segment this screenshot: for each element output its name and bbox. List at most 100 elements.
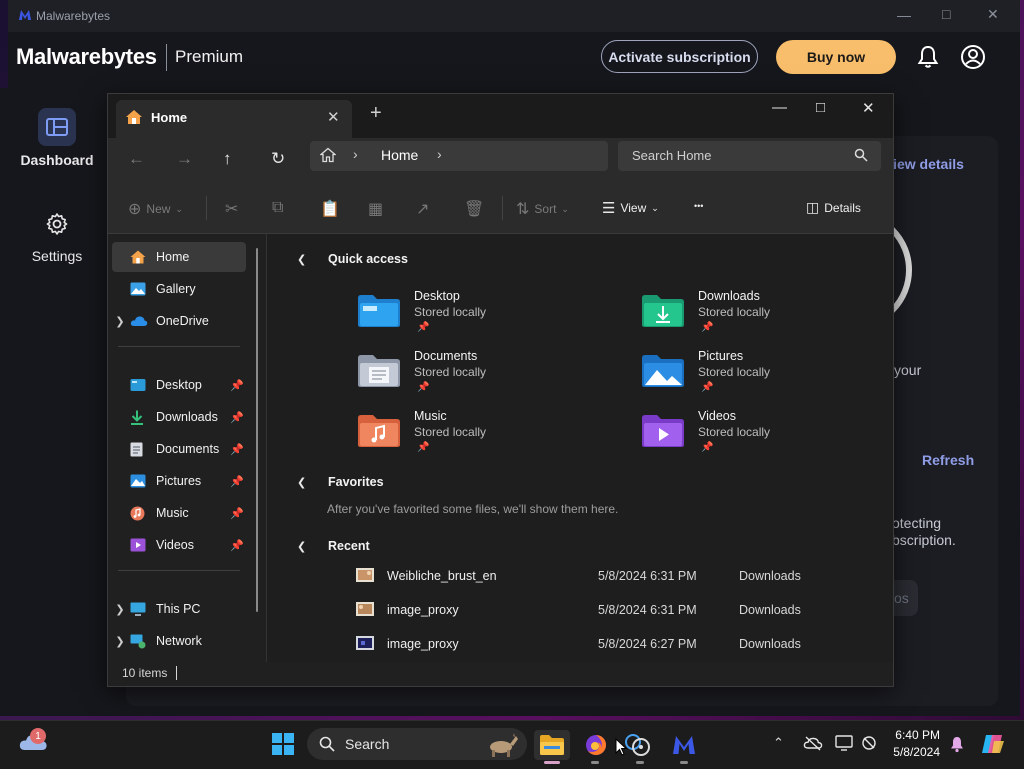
display-icon[interactable] [835,734,853,752]
nav-pane-scrollbar[interactable] [256,248,258,612]
taskbar-clock-time[interactable]: 6:40 PM [880,728,940,742]
taskbar-search-input[interactable]: Search [307,728,527,760]
up-arrow-icon[interactable]: ↑ [223,149,232,169]
notification-badge: 1 [30,728,46,744]
taskbar-firefox-icon[interactable] [578,730,614,760]
close-icon[interactable]: ✕ [862,99,875,117]
tab-home[interactable]: Home ✕ [116,100,352,138]
pin-icon[interactable]: 📌 [230,443,244,456]
explorer-tab-bar: Home ✕ + — □ ✕ [108,94,893,138]
view-details-link[interactable]: View details [884,156,964,172]
favorites-header[interactable]: ❮ Favorites [297,475,384,489]
cloud-sync-off-icon[interactable] [803,735,823,751]
divider [118,346,240,347]
share-icon[interactable]: ↗ [416,199,429,219]
network-off-icon[interactable] [860,735,878,751]
nav-item-pictures[interactable]: Pictures 📌 [112,466,246,496]
nav-item-home[interactable]: Home [112,242,246,272]
nav-item-network[interactable]: ❯ Network [112,626,246,656]
mb-brand: Malwarebytes [16,44,157,69]
close-tab-icon[interactable]: ✕ [327,108,340,126]
quick-access-pictures[interactable]: Pictures Stored locally 📌 [641,348,891,404]
new-tab-icon[interactable]: + [370,102,382,125]
quick-access-header[interactable]: ❮ Quick access [297,252,408,266]
recent-header[interactable]: ❮ Recent [297,539,370,553]
copilot-icon[interactable] [980,731,1006,757]
details-button[interactable]: ◫ Details [806,199,861,216]
more-options-icon[interactable]: ••• [694,201,703,211]
download-icon [130,410,150,425]
chevron-down-icon: ❮ [297,540,307,553]
pin-icon[interactable]: 📌 [230,411,244,424]
quick-access-documents[interactable]: Documents Stored locally 📌 [357,348,607,404]
chevron-right-icon[interactable]: › [437,146,442,162]
explorer-content: ❮ Quick access Desktop Stored locally 📌 … [267,234,893,662]
recent-row[interactable]: Weibliche_brust_en 5/8/2024 6:31 PM Down… [355,564,875,594]
nav-item-downloads[interactable]: Downloads 📌 [112,402,246,432]
copy-icon[interactable]: ⧉ [272,199,283,217]
taskbar-malwarebytes-icon[interactable] [666,730,702,760]
windows-start-icon[interactable] [271,732,295,756]
quick-access-music[interactable]: Music Stored locally 📌 [357,408,607,464]
mb-edition: Premium [175,47,244,66]
address-field[interactable]: › Home › [310,141,608,171]
cut-icon[interactable]: ✂ [225,199,238,219]
back-arrow-icon[interactable]: ← [128,149,145,169]
gallery-icon [130,282,150,296]
new-button[interactable]: ⊕ New ⌄ [128,199,183,219]
paste-icon[interactable]: 📋 [320,199,340,219]
activate-subscription-button[interactable]: Activate subscription [601,40,758,73]
quick-access-videos[interactable]: Videos Stored locally 📌 [641,408,891,464]
minimize-icon[interactable]: — [897,7,911,23]
active-app-indicator [544,761,560,764]
chevron-down-icon: ⌄ [651,202,659,213]
notification-bell-icon[interactable] [949,735,965,753]
sort-icon: ⇅ [516,201,530,218]
quick-access-desktop[interactable]: Desktop Stored locally 📌 [357,288,607,344]
rename-icon[interactable]: ▦ [368,199,383,219]
recent-row[interactable]: image_proxy 5/8/2024 6:31 PM Downloads [355,598,875,628]
recent-row[interactable]: image_proxy 5/8/2024 6:27 PM Downloads [355,632,875,662]
view-button[interactable]: ☰ View ⌄ [602,199,659,217]
delete-icon[interactable]: 🗑 [464,199,484,219]
sidebar-item-settings[interactable]: Settings [0,248,114,264]
chevron-right-icon[interactable]: ❯ [112,315,128,328]
maximize-icon[interactable]: □ [816,99,825,116]
breadcrumb-home[interactable]: Home [381,147,418,163]
nav-item-videos[interactable]: Videos 📌 [112,530,246,560]
search-input[interactable]: Search Home [618,141,881,171]
quick-access-downloads[interactable]: Downloads Stored locally 📌 [641,288,891,344]
pin-icon[interactable]: 📌 [230,539,244,552]
pin-icon[interactable]: 📌 [230,507,244,520]
nav-item-documents[interactable]: Documents 📌 [112,434,246,464]
refresh-icon[interactable]: ↻ [271,149,285,169]
nav-item-music[interactable]: Music 📌 [112,498,246,528]
nav-item-gallery[interactable]: Gallery [112,274,246,304]
sidebar-item-dashboard[interactable]: Dashboard [0,152,114,168]
gear-icon[interactable] [45,212,69,236]
malwarebytes-logo-icon [18,9,32,21]
pin-icon[interactable]: 📌 [230,379,244,392]
taskbar-clock-date[interactable]: 5/8/2024 [880,745,940,759]
sort-button[interactable]: ⇅ Sort ⌄ [516,199,569,219]
nav-item-desktop[interactable]: Desktop 📌 [112,370,246,400]
chevron-right-icon[interactable]: ❯ [112,635,128,648]
chevron-up-icon[interactable]: ⌃ [773,735,784,751]
nav-item-onedrive[interactable]: ❯ OneDrive [112,306,246,336]
buy-now-button[interactable]: Buy now [776,40,896,74]
search-icon [319,736,335,752]
onedrive-icon [130,315,150,327]
taskbar-file-explorer-icon[interactable] [534,730,570,760]
refresh-link[interactable]: Refresh [922,452,974,468]
maximize-icon[interactable]: □ [942,6,950,22]
favorites-empty-note: After you've favorited some files, we'll… [327,502,619,516]
forward-arrow-icon[interactable]: → [176,149,193,169]
bell-icon[interactable] [916,44,940,70]
dashboard-icon[interactable] [38,108,76,146]
nav-item-this-pc[interactable]: ❯ This PC [112,594,246,624]
minimize-icon[interactable]: — [772,99,787,116]
chevron-right-icon[interactable]: ❯ [112,603,128,616]
account-icon[interactable] [960,44,986,70]
pin-icon[interactable]: 📌 [230,475,244,488]
close-icon[interactable]: ✕ [987,6,999,23]
